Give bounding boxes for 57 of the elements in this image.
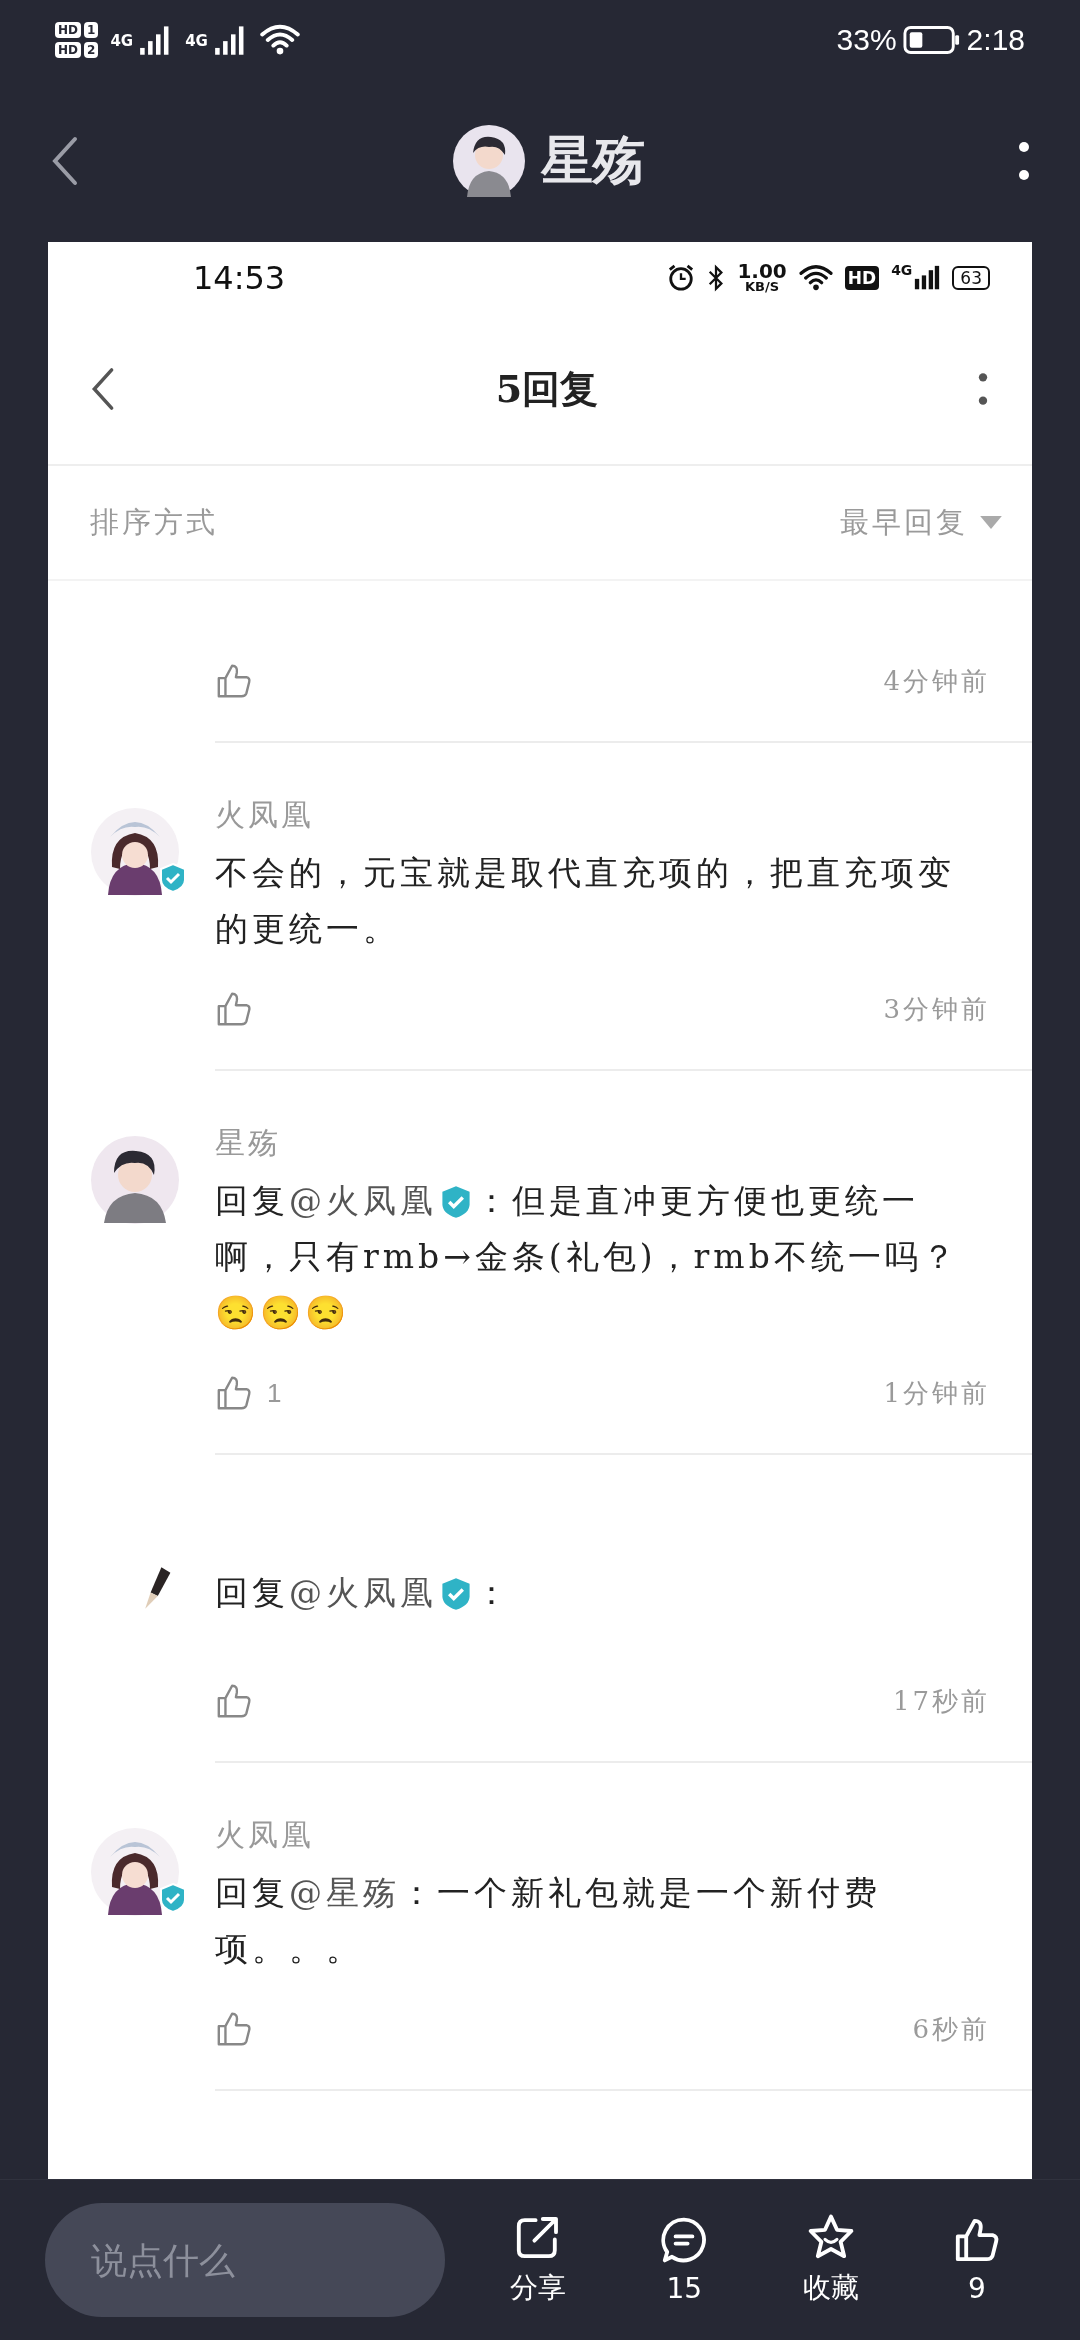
thumbs-up-icon [215, 1682, 253, 1720]
wifi-icon [259, 23, 300, 57]
like-button[interactable] [215, 990, 253, 1028]
battery-icon [902, 25, 961, 55]
battery-percent: 33% [836, 23, 897, 57]
avatar [453, 125, 525, 197]
thumbs-up-icon [215, 2010, 253, 2048]
clock: 2:18 [966, 23, 1025, 57]
alarm-icon [667, 264, 696, 292]
page-title: 5回复 [495, 364, 599, 413]
more-icon[interactable] [1018, 141, 1030, 181]
more-icon[interactable] [978, 372, 988, 406]
battery-indicator: 63 [952, 266, 990, 290]
sort-label: 排序方式 [90, 503, 218, 541]
sim-badge: 2 [84, 42, 99, 58]
timestamp: 17秒前 [892, 1684, 990, 1718]
thumbs-up-icon [215, 662, 253, 700]
star-icon [806, 2213, 855, 2261]
speed-value: 1.00 [737, 262, 787, 280]
clock: 14:53 [193, 259, 286, 297]
timestamp: 1分钟前 [883, 1376, 990, 1410]
comment-text: 回复@火凤凰 ： [215, 1572, 513, 1614]
like-button[interactable] [215, 1682, 253, 1720]
share-button[interactable]: 分享 [465, 2213, 612, 2307]
network-label: 4G [891, 262, 913, 278]
like-button[interactable] [215, 662, 253, 700]
back-icon[interactable] [50, 136, 80, 186]
caret-icon [980, 516, 1002, 529]
bluetooth-icon [707, 264, 726, 292]
comment-input-field[interactable]: 说点什么 [45, 2203, 445, 2317]
thumbs-up-icon [215, 1374, 253, 1412]
timestamp: 3分钟前 [883, 992, 990, 1026]
comment-icon [660, 2215, 709, 2264]
comment-text: 回复@星殇：一个新礼包就是一个新付费项。。。 [215, 1872, 882, 1970]
comment-button[interactable]: 15 [611, 2215, 758, 2305]
wifi-icon [798, 264, 833, 292]
mention-link[interactable]: @星殇 [289, 1873, 400, 1912]
hd-badge: HD [55, 22, 81, 38]
thumbs-up-icon [215, 990, 253, 1028]
mention-link[interactable]: @火凤凰 [289, 1573, 437, 1612]
mention-link[interactable]: @火凤凰 [289, 1181, 437, 1220]
network-label: 4G [110, 32, 134, 50]
timestamp: 6秒前 [912, 2012, 990, 2046]
signal-icon [914, 264, 941, 292]
comment-text: 不会的，元宝就是取代直充项的，把直充项变的更统一。 [215, 852, 956, 950]
collect-button[interactable]: 收藏 [757, 2213, 904, 2307]
hd-badge: HD [55, 42, 81, 58]
back-icon[interactable] [90, 367, 116, 411]
like-button[interactable]: 9 [903, 2215, 1050, 2305]
sim-badge: 1 [84, 22, 99, 38]
comment-text: 回复@火凤凰 ：但是直冲更方便也更统一啊，只有rmb→金条(礼包)，rmb不统一吗？😒😒😒 [215, 1180, 960, 1334]
network-label: 4G [185, 32, 208, 50]
like-button[interactable] [215, 2010, 253, 2048]
hd-badge: HD [844, 266, 880, 290]
speed-unit: KB/S [745, 280, 780, 294]
timestamp: 4分钟前 [883, 664, 990, 698]
chat-title: 星殇 [541, 129, 645, 192]
